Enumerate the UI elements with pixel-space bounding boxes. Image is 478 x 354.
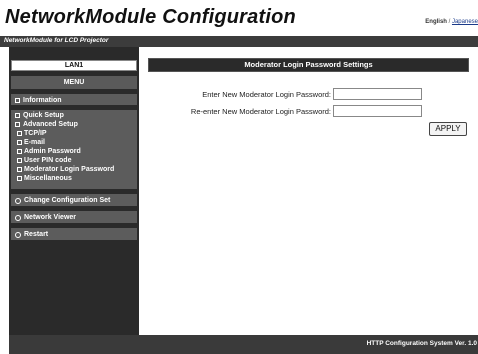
- apply-button[interactable]: APPLY: [429, 122, 467, 136]
- main-panel: Moderator Login Password Settings Enter …: [140, 47, 478, 335]
- bullet-square-icon: [17, 167, 22, 172]
- sidebar-item-advanced-setup[interactable]: Advanced Setup: [15, 120, 137, 129]
- sidebar-subitem-label: User PIN code: [24, 157, 72, 164]
- sidebar-subitem-label: Moderator Login Password: [24, 166, 115, 173]
- sidebar-item-label: Quick Setup: [23, 112, 64, 119]
- sidebar-subitem-user-pin-code[interactable]: User PIN code: [15, 156, 137, 165]
- language-switcher: English / Japanese: [425, 19, 478, 25]
- bullet-circle-icon: [15, 231, 21, 238]
- sidebar-subitem-admin-password[interactable]: Admin Password: [15, 147, 137, 156]
- sidebar-subitem-moderator-login-password[interactable]: Moderator Login Password: [15, 165, 137, 174]
- bullet-square-icon: [15, 122, 20, 127]
- reenter-password-input[interactable]: [333, 105, 422, 117]
- app-title: NetworkModule Configuration: [5, 6, 296, 28]
- bullet-circle-icon: [15, 197, 21, 204]
- sidebar-item-label: Network Viewer: [24, 214, 77, 221]
- sidebar-subitem-label: Admin Password: [24, 148, 81, 155]
- subtitle-bar: NetworkModule for LCD Projector: [0, 36, 478, 47]
- sidebar-item-label: Information: [23, 96, 62, 104]
- sidebar-group-setup: Quick Setup Advanced Setup TCP/IP E-mail…: [11, 110, 137, 189]
- version-text: HTTP Configuration System Ver. 1.0: [366, 340, 477, 347]
- bullet-square-icon: [17, 176, 22, 181]
- sidebar-subitem-label: TCP/IP: [24, 130, 47, 137]
- footer: HTTP Configuration System Ver. 1.0: [9, 335, 478, 354]
- new-password-label: Enter New Moderator Login Password:: [202, 90, 331, 99]
- language-separator: /: [448, 19, 451, 25]
- sidebar-subitem-label: E-mail: [24, 139, 46, 146]
- bullet-circle-icon: [15, 214, 21, 221]
- sidebar-subitem-label: Miscellaneous: [24, 175, 72, 182]
- bullet-square-icon: [17, 140, 22, 145]
- sidebar-subitem-tcpip[interactable]: TCP/IP: [15, 129, 137, 138]
- reenter-password-label: Re-enter New Moderator Login Password:: [190, 107, 331, 116]
- sidebar-item-information[interactable]: Information: [11, 94, 137, 105]
- sidebar-item-label: Change Configuration Set: [24, 197, 111, 204]
- sidebar-item-restart[interactable]: Restart: [11, 228, 137, 240]
- product-subtitle: NetworkModule for LCD Projector: [4, 37, 109, 44]
- sidebar-item-quick-setup[interactable]: Quick Setup: [15, 111, 137, 120]
- language-current: English: [425, 19, 447, 25]
- tab-lan1[interactable]: LAN1: [11, 60, 137, 71]
- sidebar: LAN1 MENU Information Quick Setup Advanc…: [9, 47, 139, 335]
- section-title: Moderator Login Password Settings: [148, 58, 469, 72]
- sidebar-item-label: Restart: [24, 231, 49, 238]
- language-japanese-link[interactable]: Japanese: [452, 19, 478, 25]
- bullet-square-icon: [17, 158, 22, 163]
- sidebar-item-network-viewer[interactable]: Network Viewer: [11, 211, 137, 223]
- bullet-square-icon: [15, 113, 20, 118]
- sidebar-item-change-configuration-set[interactable]: Change Configuration Set: [11, 194, 137, 206]
- bullet-square-icon: [17, 131, 22, 136]
- bullet-square-icon: [15, 97, 20, 103]
- header: NetworkModule Configuration English / Ja…: [0, 0, 478, 36]
- sidebar-subitem-miscellaneous[interactable]: Miscellaneous: [15, 174, 137, 183]
- sidebar-item-label: Advanced Setup: [23, 121, 78, 128]
- sidebar-subitem-email[interactable]: E-mail: [15, 138, 137, 147]
- bullet-square-icon: [17, 149, 22, 154]
- new-password-input[interactable]: [333, 88, 422, 100]
- menu-label: MENU: [11, 76, 137, 89]
